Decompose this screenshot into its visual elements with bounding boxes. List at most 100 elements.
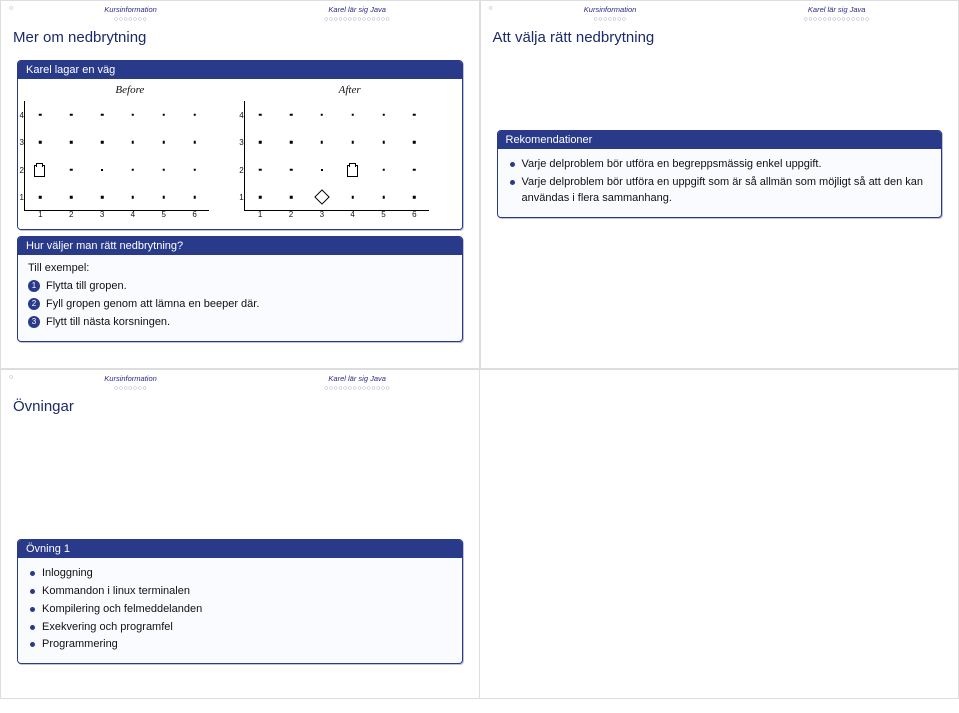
slide-2: ○ Kursinformation ○○○○○○○ Karel lär sig … [480,0,959,369]
block-title: Övning 1 [18,540,462,558]
grid-dot [382,196,385,199]
grid-dot [382,168,385,171]
nav-col-1: Kursinformation ○○○○○○○ [497,5,724,23]
axis-y-label: 4 [17,110,24,122]
nav-title-1: Kursinformation [497,5,724,14]
grid-dot [132,196,135,199]
nav-title-2: Karel lär sig Java [723,5,950,14]
nav-dots-1: ○○○○○○○ [594,16,627,23]
grid-dot [39,113,42,116]
grid-dot [132,141,135,144]
grid-dot [70,141,73,144]
grid-dot [351,113,354,116]
axis-x-label: 6 [408,209,420,221]
nav-dot: ○ [9,5,13,23]
axis-x-label: 5 [378,209,390,221]
block-karel-road: Karel lagar en väg Before 1234123456 Aft… [17,60,463,230]
grid-dot [259,196,262,199]
axis-x-label: 3 [316,209,328,221]
grid-dot [413,168,416,171]
grid-dot [290,113,293,116]
block-how-choose: Hur väljer man rätt nedbrytning? Till ex… [17,236,463,342]
grid-dot [163,113,166,116]
nav-col-2: Karel lär sig Java ○○○○○○○○○○○○○○ [244,374,471,392]
grid-dot [290,196,293,199]
nav-line: ○ Kursinformation ○○○○○○○ Karel lär sig … [7,5,473,25]
grid-dot [351,141,354,144]
grid-dot [132,113,135,116]
axis-x-label: 6 [189,209,201,221]
beeper-icon [314,189,330,205]
grid-dot [382,113,385,116]
graphic-wrap: Before 1234123456 After 1234123456 [18,79,462,229]
nav-dots-1: ○○○○○○○ [114,16,147,23]
block-title: Hur väljer man rätt nedbrytning? [18,237,462,255]
before-label: Before [24,83,236,99]
axis-x-label: 1 [254,209,266,221]
nav-dot: ○ [9,374,13,392]
grid-dot [193,141,196,144]
nav-title-2: Karel lär sig Java [244,374,471,383]
axis-x-label: 4 [347,209,359,221]
ex-item: Exekvering och programfel [28,620,452,636]
nav-col-1: Kursinformation ○○○○○○○ [17,374,244,392]
ex-item: Programmering [28,637,452,653]
nav-dot: ○ [489,5,493,23]
grid-dot [70,168,73,171]
block-exercise: Övning 1 InloggningKommandon i linux ter… [17,539,463,665]
axis-x-label: 5 [158,209,170,221]
nav-title-2: Karel lär sig Java [244,5,471,14]
axis-x-label: 4 [127,209,139,221]
axis-x-label: 2 [65,209,77,221]
grid-dot [259,168,262,171]
rec-item: Varje delproblem bör utföra en uppgift s… [508,175,932,207]
grid-dot [39,196,42,199]
block-body: Till exempel: Flytta till gropen.Fyll gr… [18,255,462,341]
step-item: Fyll gropen genom att lämna en beeper dä… [28,297,452,313]
grid-dot [39,141,42,144]
axis-x-label: 2 [285,209,297,221]
grid-dot [259,113,262,116]
grid-dot [193,168,196,171]
grid-dot [259,141,262,144]
grid-dot [382,141,385,144]
nav-line: ○ Kursinformation ○○○○○○○ Karel lär sig … [487,5,953,25]
example-intro: Till exempel: [28,261,452,277]
nav-col-2: Karel lär sig Java ○○○○○○○○○○○○○○ [244,5,471,23]
grid-dot [413,113,416,116]
nav-dots-2: ○○○○○○○○○○○○○○ [804,16,870,23]
block-recommendations: Rekomendationer Varje delproblem bör utf… [497,130,943,218]
axis-x-label: 1 [34,209,46,221]
nav-dots-2: ○○○○○○○○○○○○○○ [324,16,390,23]
grid-dot [132,168,135,171]
nav-col-1: Kursinformation ○○○○○○○ [17,5,244,23]
grid-dot [101,141,104,144]
grid-dot [101,169,103,171]
axis-y-label: 2 [234,165,244,177]
karel-grid: 1234123456 [244,101,429,211]
axis-y-label: 4 [234,110,244,122]
block-title: Karel lagar en väg [18,61,462,79]
axis-y-label: 3 [17,137,24,149]
grid-dot [163,141,166,144]
nav-dots-1: ○○○○○○○ [114,385,147,392]
slide-grid: ○ Kursinformation ○○○○○○○ Karel lär sig … [0,0,959,699]
grid-dot [321,169,323,171]
block-body: Varje delproblem bör utföra en begreppsm… [498,149,942,217]
grid-dot [193,113,196,116]
grid-dot [321,141,324,144]
karel-grid: 1234123456 [24,101,209,211]
ex-list: InloggningKommandon i linux terminalenKo… [28,566,452,654]
grid-dot [321,113,324,116]
ex-item: Kompilering och felmeddelanden [28,602,452,618]
karel-icon [34,163,46,177]
nav-title-1: Kursinformation [17,374,244,383]
grid-dot [413,196,416,199]
grid-dot [290,141,293,144]
axis-y-label: 3 [234,137,244,149]
slide-4 [480,369,959,699]
grid-dot [351,196,354,199]
rec-item: Varje delproblem bör utföra en begreppsm… [508,157,932,173]
rec-list: Varje delproblem bör utföra en begreppsm… [508,157,932,207]
steps-list: Flytta till gropen.Fyll gropen genom att… [28,279,452,331]
